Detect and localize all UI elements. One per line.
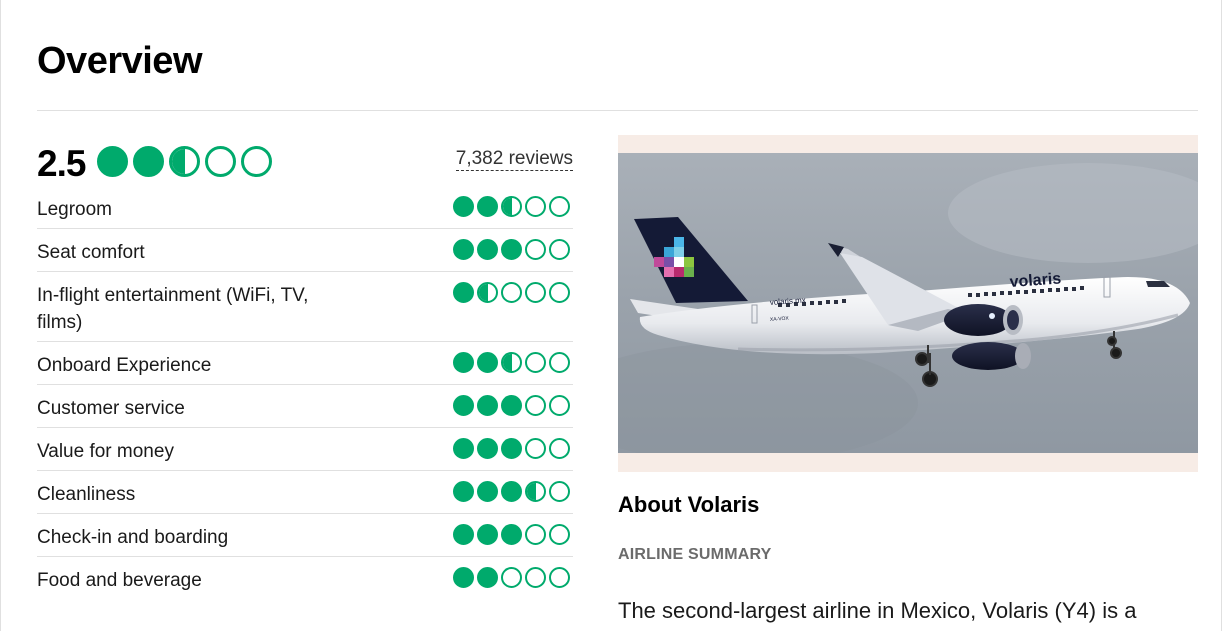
airplane-image: volaris volaris.mx XA-VOX — [618, 153, 1198, 453]
rating-bubble-full — [477, 352, 498, 373]
rating-bubble-full — [477, 438, 498, 459]
rating-bubble-full — [453, 438, 474, 459]
rating-bubble-empty — [549, 196, 570, 217]
rating-row-value-for-money: Value for money — [37, 428, 573, 471]
rating-bubble-full — [477, 395, 498, 416]
rating-row-inflight-entertainment: In-flight entertainment (WiFi, TV, films… — [37, 272, 573, 342]
rating-bubble-empty — [241, 145, 273, 177]
rating-bubble-empty — [525, 352, 546, 373]
rating-row-customer-service: Customer service — [37, 385, 573, 428]
svg-text:volaris: volaris — [1009, 270, 1062, 291]
rating-bubble-empty — [525, 438, 546, 459]
rating-bubble-full — [501, 438, 522, 459]
rating-bubble-empty — [549, 395, 570, 416]
bubble-rating — [453, 481, 573, 502]
rating-bubble-empty — [525, 239, 546, 260]
rating-bubble-full — [477, 239, 498, 260]
airline-summary-text: The second-largest airline in Mexico, Vo… — [618, 598, 1137, 623]
bubble-rating — [453, 438, 573, 459]
rating-bubble-full — [501, 395, 522, 416]
rating-bubble-full — [453, 481, 474, 502]
rating-bubble-full — [477, 567, 498, 588]
rating-row-food-beverage: Food and beverage — [37, 557, 573, 600]
airline-photo-frame[interactable]: volaris volaris.mx XA-VOX — [618, 135, 1198, 472]
rating-bubble-empty — [525, 567, 546, 588]
rating-bubble-empty — [549, 524, 570, 545]
rating-label: In-flight entertainment (WiFi, TV, films… — [37, 285, 309, 333]
airline-photo[interactable]: volaris volaris.mx XA-VOX — [618, 153, 1198, 453]
rating-bubble-empty — [525, 395, 546, 416]
rating-bubble-full — [453, 239, 474, 260]
rating-row-check-in-boarding: Check-in and boarding — [37, 514, 573, 557]
rating-label: Check-in and boarding — [37, 527, 229, 548]
rating-bubble-empty — [549, 438, 570, 459]
bubble-rating — [453, 282, 573, 303]
left-border — [0, 0, 1, 631]
rating-bubble-full — [453, 352, 474, 373]
rating-label: Value for money — [37, 441, 174, 462]
rating-bubble-full — [477, 196, 498, 217]
bubble-rating — [453, 196, 573, 217]
rating-row-seat-comfort: Seat comfort — [37, 229, 573, 272]
bubble-rating — [453, 524, 573, 545]
rating-bubble-empty — [205, 145, 237, 177]
rating-row-legroom: Legroom — [37, 186, 573, 229]
rating-bubble-half — [501, 196, 522, 217]
rating-bubble-half — [501, 352, 522, 373]
rating-label: Customer service — [37, 398, 185, 419]
rating-bubble-half — [525, 481, 546, 502]
rating-label: Legroom — [37, 199, 112, 220]
rating-bubble-empty — [525, 196, 546, 217]
overall-score: 2.5 — [37, 143, 86, 184]
rating-bubble-full — [477, 524, 498, 545]
rating-bubble-full — [453, 282, 474, 303]
rating-bubble-empty — [549, 352, 570, 373]
rating-bubble-full — [453, 395, 474, 416]
engine — [944, 304, 1023, 336]
rating-label: Seat comfort — [37, 242, 145, 263]
rating-bubble-half — [477, 282, 498, 303]
rating-bubble-full — [501, 481, 522, 502]
rating-bubble-full — [453, 567, 474, 588]
overall-bubble-rating — [97, 145, 277, 177]
bubble-rating — [453, 395, 573, 416]
bubble-rating — [453, 239, 573, 260]
rating-label: Food and beverage — [37, 570, 202, 591]
rating-bubble-full — [453, 196, 474, 217]
rating-bubble-empty — [549, 481, 570, 502]
rating-bubble-full — [453, 524, 474, 545]
rating-bubble-empty — [501, 282, 522, 303]
rating-row-onboard-experience: Onboard Experience — [37, 342, 573, 385]
rating-label: Cleanliness — [37, 484, 136, 505]
rating-bubble-full — [501, 524, 522, 545]
rating-bubble-full — [477, 481, 498, 502]
rating-bubble-empty — [549, 239, 570, 260]
rating-bubble-empty — [549, 567, 570, 588]
review-count-link[interactable]: 7,382 reviews — [455, 148, 573, 171]
rating-bubble-empty — [549, 282, 570, 303]
title-divider — [37, 110, 1198, 111]
rating-label: Onboard Experience — [37, 355, 212, 376]
overall-rating: 2.5 7,382 reviews — [37, 136, 573, 186]
rating-bubble-full — [97, 145, 129, 177]
rating-bubble-empty — [525, 282, 546, 303]
rating-bubble-empty — [501, 567, 522, 588]
about-title: About Volaris — [618, 492, 760, 517]
airline-summary-label: AIRLINE SUMMARY — [618, 546, 772, 563]
rating-bubble-empty — [525, 524, 546, 545]
bubble-rating — [453, 352, 573, 373]
rating-bubble-full — [501, 239, 522, 260]
rating-row-cleanliness: Cleanliness — [37, 471, 573, 514]
page-title: Overview — [37, 40, 203, 82]
rating-bubble-half — [169, 145, 201, 177]
bubble-rating — [453, 567, 573, 588]
rating-bubble-full — [133, 145, 165, 177]
ratings-panel: 2.5 7,382 reviews Legroom Seat comfort I… — [37, 136, 573, 600]
